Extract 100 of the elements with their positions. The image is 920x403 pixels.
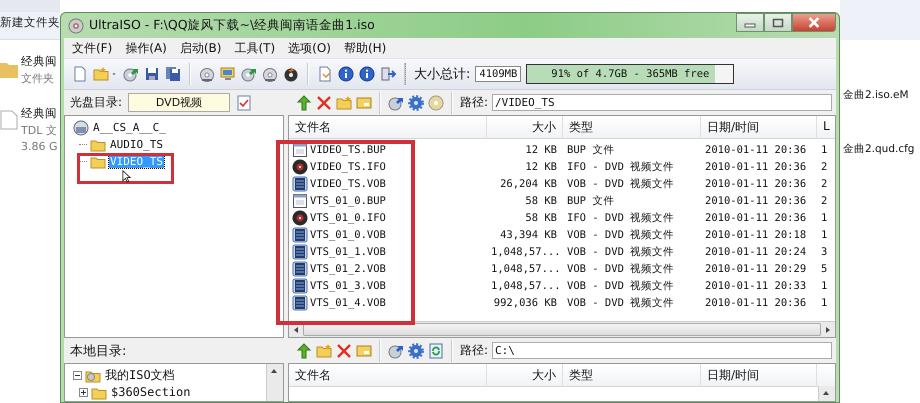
menu-item[interactable]: 启动(B) <box>180 40 222 56</box>
column-header[interactable]: 文件名 <box>289 364 487 387</box>
file-type: IFO - DVD 视频文件 <box>566 160 676 174</box>
menu-item[interactable]: 操作(A) <box>125 40 167 56</box>
column-header[interactable]: 大小 <box>487 364 563 387</box>
file-name[interactable]: VTS_01_0.VOB <box>310 228 386 240</box>
path-field[interactable]: C:\ <box>492 342 832 359</box>
file-type: IFO - DVD 视频文件 <box>566 210 676 224</box>
file-name[interactable]: VTS_01_1.VOB <box>310 246 386 258</box>
disc-drive-icon[interactable] <box>262 66 278 82</box>
column-header[interactable]: L <box>817 116 835 139</box>
checked-document-icon[interactable] <box>236 94 252 110</box>
file-date: 2010-01-11 20:18 <box>704 228 808 240</box>
file-date: 2010-01-11 20:29 <box>704 262 808 274</box>
column-header[interactable]: 文件名 <box>289 116 487 139</box>
file-size: 1,048,57... <box>490 262 562 274</box>
file-date: 2010-01-11 20:24 <box>704 246 808 258</box>
save-as-icon[interactable] <box>165 66 181 82</box>
delete-icon[interactable] <box>316 94 332 110</box>
gear-icon[interactable] <box>408 94 424 110</box>
column-header[interactable]: 日期/时间 <box>701 364 817 387</box>
gear-icon[interactable] <box>408 342 424 358</box>
save-icon[interactable] <box>144 66 160 82</box>
file-size: 992,036 KB <box>492 296 558 308</box>
close-button[interactable] <box>792 13 836 32</box>
film-icon <box>292 260 308 276</box>
tree-item[interactable]: 我的ISO文档 <box>104 369 176 382</box>
file-name[interactable]: 经典闽 <box>21 54 57 69</box>
file-name[interactable]: VTS_01_4.VOB <box>310 296 386 308</box>
file-type: VOB - DVD 视频文件 <box>566 176 676 190</box>
file-date: 2010-01-11 20:33 <box>704 280 808 292</box>
vertical-scrollbar[interactable] <box>818 386 835 401</box>
up-arrow-icon[interactable] <box>296 342 312 358</box>
monitor-icon[interactable] <box>220 66 236 82</box>
file-name[interactable]: VTS_01_3.VOB <box>310 280 386 292</box>
file-name[interactable]: VIDEO_TS.VOB <box>310 178 386 190</box>
maximize-button[interactable] <box>764 13 792 32</box>
horizontal-scrollbar[interactable] <box>289 321 835 337</box>
column-header[interactable]: 类型 <box>563 116 701 139</box>
file-name[interactable]: VTS_01_0.IFO <box>310 212 386 224</box>
burn-icon[interactable] <box>283 66 299 82</box>
delete-icon[interactable] <box>336 342 352 358</box>
backup-file-icon <box>292 192 308 208</box>
info-icon[interactable] <box>338 66 354 82</box>
column-header[interactable]: 大小 <box>487 116 563 139</box>
path-field[interactable]: /VIDEO_TS <box>492 94 832 111</box>
film-icon <box>292 226 308 242</box>
new-folder-icon[interactable] <box>316 342 332 358</box>
file-type: BUP 文件 <box>566 194 616 208</box>
new-file-icon[interactable] <box>72 66 88 82</box>
disc-icon <box>68 18 84 34</box>
table-cell-text: 2 <box>820 160 828 172</box>
file-type: VOB - DVD 视频文件 <box>566 228 676 242</box>
new-folder-icon[interactable] <box>336 94 352 110</box>
file-detail: TDL 文 <box>21 123 58 138</box>
cursor-icon <box>122 170 131 183</box>
collapse-toggle-icon[interactable] <box>73 371 82 380</box>
disc-drive-icon[interactable] <box>199 66 215 82</box>
file-date: 2010-01-11 20:36 <box>704 144 808 156</box>
exit-icon[interactable] <box>380 66 396 82</box>
table-cell-text: 3 <box>820 246 828 258</box>
column-header[interactable]: 日期/时间 <box>701 116 817 139</box>
minimize-button[interactable] <box>736 13 764 32</box>
file-name[interactable]: VIDEO_TS.BUP <box>310 144 386 156</box>
volume-label-field[interactable]: DVD视频 <box>128 93 230 112</box>
file-name[interactable]: 金曲2.qud.cfg <box>843 142 920 156</box>
file-type: VOB - DVD 视频文件 <box>566 244 676 258</box>
file-name[interactable]: 金曲2.iso.eM <box>843 88 920 102</box>
menu-item[interactable]: 工具(T) <box>234 40 276 56</box>
refresh-icon[interactable] <box>428 342 444 358</box>
file-detail: 3.86 G <box>21 140 58 153</box>
file-size: 12 KB <box>524 160 558 172</box>
expand-toggle-icon[interactable] <box>79 388 88 397</box>
table-cell-text: 1 <box>820 228 828 240</box>
column-header[interactable]: 类型 <box>563 364 701 387</box>
open-folder-icon[interactable] <box>93 66 109 82</box>
menu-item[interactable]: 选项(O) <box>288 40 331 56</box>
file-name[interactable]: VTS_01_0.BUP <box>310 194 386 206</box>
file-size: 12 KB <box>524 144 558 156</box>
table-cell-text: 1 <box>820 144 828 156</box>
tree-item[interactable]: A__CS_A__C_ <box>92 121 167 134</box>
file-type: VOB - DVD 视频文件 <box>566 278 676 292</box>
menu-item[interactable]: 文件(F) <box>72 40 112 56</box>
capacity-text: 91% of 4.7GB - 365MB free <box>551 68 710 80</box>
file-name[interactable]: 经典闽 <box>21 106 58 121</box>
tree-item[interactable]: $360Section <box>110 386 192 399</box>
menu-item[interactable]: 帮助(H) <box>344 40 386 56</box>
file-name[interactable]: VIDEO_TS.IFO <box>310 160 386 172</box>
disc-icon <box>292 158 308 174</box>
film-icon <box>292 176 308 192</box>
vertical-scrollbar[interactable] <box>266 364 283 401</box>
tree-item[interactable]: AUDIO_TS <box>109 138 164 151</box>
table-cell-text: 2 <box>820 194 828 206</box>
file-type: BUP 文件 <box>566 142 616 156</box>
backup-file-icon <box>292 142 308 158</box>
path-label: 路径: <box>460 342 488 359</box>
file-name[interactable]: VTS_01_2.VOB <box>310 262 386 274</box>
up-arrow-icon[interactable] <box>296 94 312 110</box>
disc-directory-label: 光盘目录: <box>70 94 122 111</box>
file-size: 26,204 KB <box>499 178 558 190</box>
